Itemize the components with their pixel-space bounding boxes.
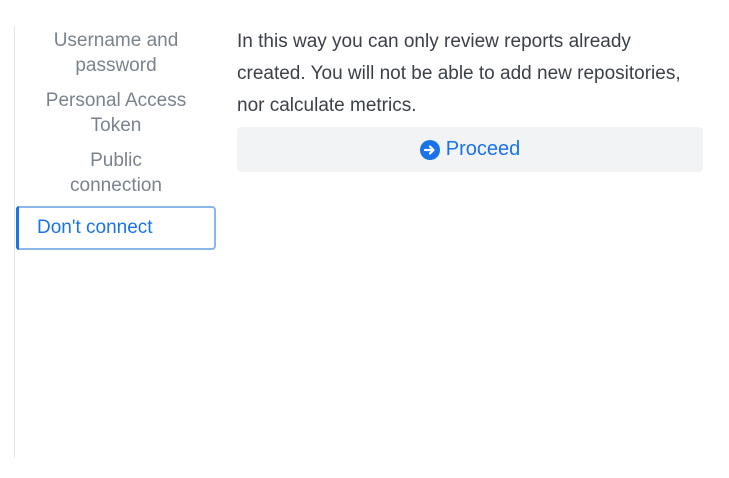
proceed-button[interactable]: Proceed — [237, 127, 703, 172]
arrow-right-circle-icon — [419, 139, 440, 160]
info-message-line1: In this way you can only review reports … — [237, 31, 631, 52]
connection-panel: Username and password Personal Access To… — [0, 0, 729, 478]
nav-item-username-password[interactable]: Username and password — [16, 28, 216, 78]
nav-item-dont-connect[interactable]: Don't connect — [16, 206, 216, 250]
nav-item-label-line1: Username and — [53, 30, 179, 51]
nav-item-label-line2: connection — [70, 175, 162, 196]
nav-item-label-line2: Token — [90, 115, 142, 136]
proceed-label: Proceed — [445, 138, 521, 160]
connection-options-nav: Username and password Personal Access To… — [16, 28, 216, 250]
nav-item-label-line1: Public — [90, 150, 142, 171]
nav-item-label-line2: password — [75, 55, 157, 76]
nav-item-label-line1: Personal Access — [45, 90, 187, 111]
nav-item-public-connection[interactable]: Public connection — [16, 148, 216, 198]
info-message: In this way you can only review reports … — [237, 26, 707, 122]
info-message-line2: created. You will not be able to add new… — [237, 63, 681, 84]
dont-connect-content: In this way you can only review reports … — [237, 26, 707, 172]
nav-item-personal-access-token[interactable]: Personal Access Token — [16, 88, 216, 138]
nav-item-label: Don't connect — [37, 217, 153, 238]
sidebar-divider — [14, 26, 15, 458]
info-message-line3: nor calculate metrics. — [237, 95, 417, 116]
